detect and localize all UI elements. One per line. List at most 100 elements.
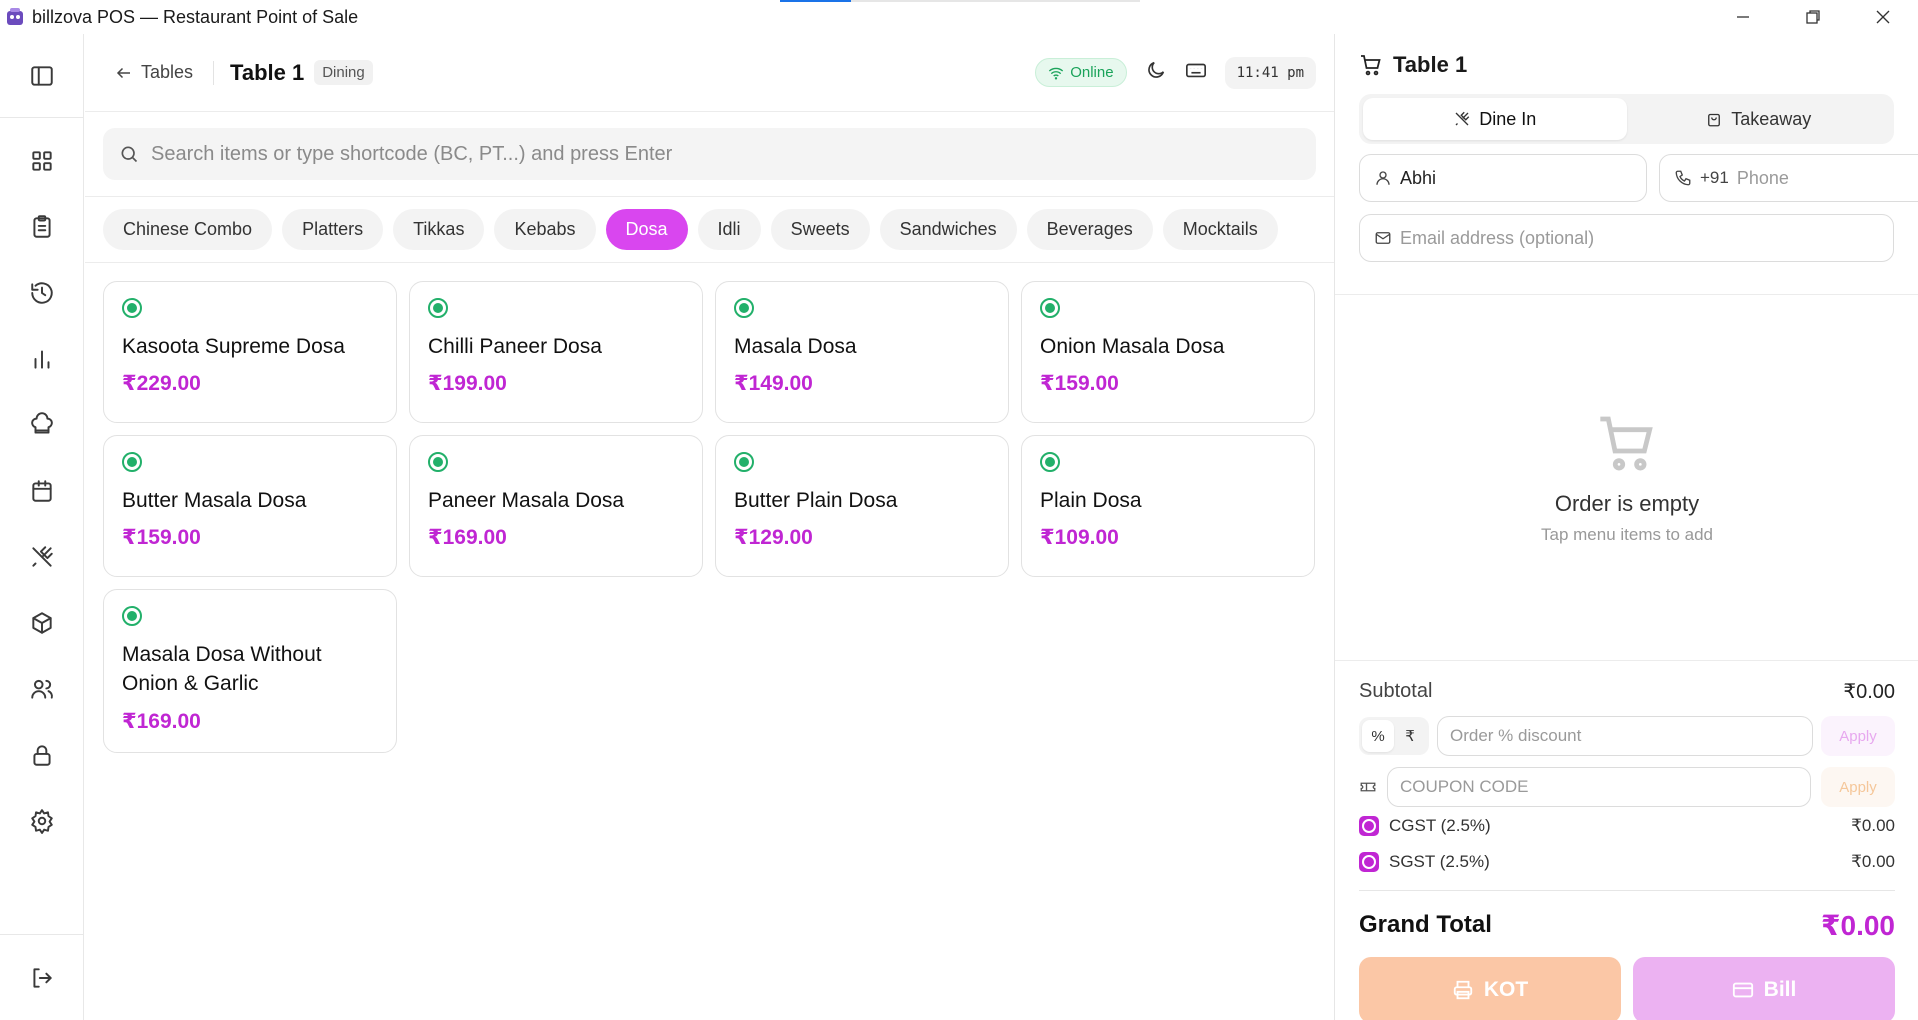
loading-bar bbox=[780, 0, 1140, 2]
phone-icon bbox=[1675, 170, 1691, 186]
back-to-tables-button[interactable]: Tables bbox=[115, 62, 193, 83]
bill-button[interactable]: Bill bbox=[1633, 957, 1895, 1020]
nav-dashboard[interactable] bbox=[0, 128, 83, 194]
menu-item-name: Plain Dosa bbox=[1040, 489, 1142, 512]
menu-item-card[interactable]: Kasoota Supreme Dosa ₹229.00 bbox=[103, 281, 397, 423]
nav-kitchen[interactable] bbox=[0, 392, 83, 458]
category-chinese-combo[interactable]: Chinese Combo bbox=[103, 209, 273, 250]
arrow-left-icon bbox=[116, 67, 130, 78]
category-sweets[interactable]: Sweets bbox=[770, 209, 870, 250]
customer-name-input[interactable] bbox=[1400, 167, 1632, 189]
menu-item-name: Butter Plain Dosa bbox=[734, 489, 898, 512]
category-platters[interactable]: Platters bbox=[282, 209, 384, 250]
menu-item-price: ₹199.00 bbox=[428, 372, 507, 396]
package-icon bbox=[31, 612, 52, 634]
phone-field[interactable]: +91 bbox=[1659, 154, 1918, 202]
category-kebabs[interactable]: Kebabs bbox=[494, 209, 596, 250]
kot-button[interactable]: KOT bbox=[1359, 957, 1621, 1020]
menu-panel: Tables Table 1 Dining Online 11:41 pm Ch… bbox=[85, 34, 1334, 1020]
kot-label: KOT bbox=[1483, 978, 1529, 1001]
menu-item-card[interactable]: Butter Masala Dosa ₹159.00 bbox=[103, 435, 397, 577]
menu-item-card[interactable]: Masala Dosa Without Onion & Garlic ₹169.… bbox=[103, 589, 397, 753]
discount-input[interactable] bbox=[1437, 716, 1813, 756]
nav-menu[interactable] bbox=[0, 524, 83, 590]
sgst-row: SGST (2.5%) ₹0.00 bbox=[1359, 844, 1895, 880]
coupon-input[interactable] bbox=[1387, 767, 1811, 807]
category-dosa[interactable]: Dosa bbox=[605, 209, 688, 250]
nav-orders[interactable] bbox=[0, 194, 83, 260]
category-idli[interactable]: Idli bbox=[697, 209, 761, 250]
minimize-button[interactable] bbox=[1708, 0, 1778, 34]
nav-lock[interactable] bbox=[0, 722, 83, 788]
online-status-badge: Online bbox=[1035, 58, 1127, 87]
bar-chart-icon bbox=[34, 350, 49, 369]
veg-indicator-icon bbox=[428, 452, 448, 472]
menu-item-name: Kasoota Supreme Dosa bbox=[122, 335, 345, 358]
menu-item-price: ₹169.00 bbox=[122, 709, 201, 733]
calendar-icon bbox=[31, 480, 52, 502]
cgst-label: CGST (2.5%) bbox=[1389, 816, 1491, 835]
nav-calendar[interactable] bbox=[0, 458, 83, 524]
nav-reports[interactable] bbox=[0, 326, 83, 392]
discount-rupee-option[interactable]: ₹ bbox=[1394, 720, 1426, 752]
logout-button[interactable] bbox=[0, 934, 84, 1020]
menu-item-name: Masala Dosa bbox=[734, 335, 857, 358]
toggle-sidebar-button[interactable] bbox=[0, 34, 83, 118]
veg-indicator-icon bbox=[122, 606, 142, 626]
item-search-bar[interactable] bbox=[103, 128, 1316, 180]
cgst-row: CGST (2.5%) ₹0.00 bbox=[1359, 808, 1895, 844]
dine-in-tab[interactable]: Dine In bbox=[1363, 98, 1627, 140]
category-beverages[interactable]: Beverages bbox=[1026, 209, 1153, 250]
shopping-bag-icon bbox=[1708, 113, 1721, 127]
nav-history[interactable] bbox=[0, 260, 83, 326]
search-input[interactable] bbox=[151, 142, 1300, 166]
menu-item-card[interactable]: Butter Plain Dosa ₹129.00 bbox=[715, 435, 1009, 577]
nav-settings[interactable] bbox=[0, 788, 83, 854]
menu-item-card[interactable]: Plain Dosa ₹109.00 bbox=[1021, 435, 1315, 577]
menu-item-name: Chilli Paneer Dosa bbox=[428, 335, 602, 358]
cgst-checkbox[interactable] bbox=[1359, 816, 1379, 836]
category-tikkas[interactable]: Tikkas bbox=[393, 209, 485, 250]
menu-item-price: ₹159.00 bbox=[122, 526, 201, 550]
category-mocktails[interactable]: Mocktails bbox=[1162, 209, 1278, 250]
sgst-checkbox[interactable] bbox=[1359, 852, 1379, 872]
gear-icon bbox=[30, 809, 53, 834]
apply-discount-button[interactable]: Apply bbox=[1821, 716, 1895, 756]
menu-item-card[interactable]: Chilli Paneer Dosa ₹199.00 bbox=[409, 281, 703, 423]
keyboard-shortcuts-button[interactable] bbox=[1185, 59, 1207, 86]
category-sandwiches[interactable]: Sandwiches bbox=[879, 209, 1017, 250]
phone-input[interactable] bbox=[1736, 167, 1918, 189]
close-window-button[interactable] bbox=[1848, 0, 1918, 34]
clipboard-icon bbox=[32, 215, 51, 238]
back-label: Tables bbox=[141, 62, 194, 82]
empty-order-title: Order is empty bbox=[1554, 490, 1700, 516]
coupon-row: Apply bbox=[1359, 766, 1895, 808]
veg-indicator-icon bbox=[122, 452, 142, 472]
order-title: Table 1 bbox=[1359, 52, 1894, 78]
empty-cart-icon bbox=[1600, 416, 1653, 470]
printer-icon bbox=[1453, 980, 1472, 1000]
menu-item-name: Onion Masala Dosa bbox=[1040, 335, 1225, 358]
sgst-label: SGST (2.5%) bbox=[1389, 852, 1490, 871]
theme-toggle-button[interactable] bbox=[1145, 59, 1167, 86]
category-tabs: Chinese Combo Platters Tikkas Kebabs Dos… bbox=[85, 197, 1334, 263]
veg-indicator-icon bbox=[734, 452, 754, 472]
window-title: billzova POS — Restaurant Point of Sale bbox=[32, 6, 359, 27]
takeaway-tab[interactable]: Takeaway bbox=[1627, 98, 1891, 140]
email-field[interactable] bbox=[1359, 214, 1894, 262]
keyboard-icon bbox=[1185, 63, 1206, 78]
customer-name-field[interactable] bbox=[1359, 154, 1647, 202]
nav-inventory[interactable] bbox=[0, 590, 83, 656]
nav-customers[interactable] bbox=[0, 656, 83, 722]
menu-item-price: ₹159.00 bbox=[1040, 372, 1119, 396]
email-input[interactable] bbox=[1400, 227, 1879, 249]
menu-item-card[interactable]: Paneer Masala Dosa ₹169.00 bbox=[409, 435, 703, 577]
discount-percent-option[interactable]: % bbox=[1362, 720, 1394, 752]
apply-coupon-button[interactable]: Apply bbox=[1821, 767, 1895, 807]
wifi-icon bbox=[1049, 67, 1064, 80]
lock-icon bbox=[32, 745, 51, 766]
menu-item-card[interactable]: Masala Dosa ₹149.00 bbox=[715, 281, 1009, 423]
topbar: Tables Table 1 Dining Online 11:41 pm bbox=[85, 34, 1334, 112]
restore-button[interactable] bbox=[1778, 0, 1848, 34]
menu-item-card[interactable]: Onion Masala Dosa ₹159.00 bbox=[1021, 281, 1315, 423]
